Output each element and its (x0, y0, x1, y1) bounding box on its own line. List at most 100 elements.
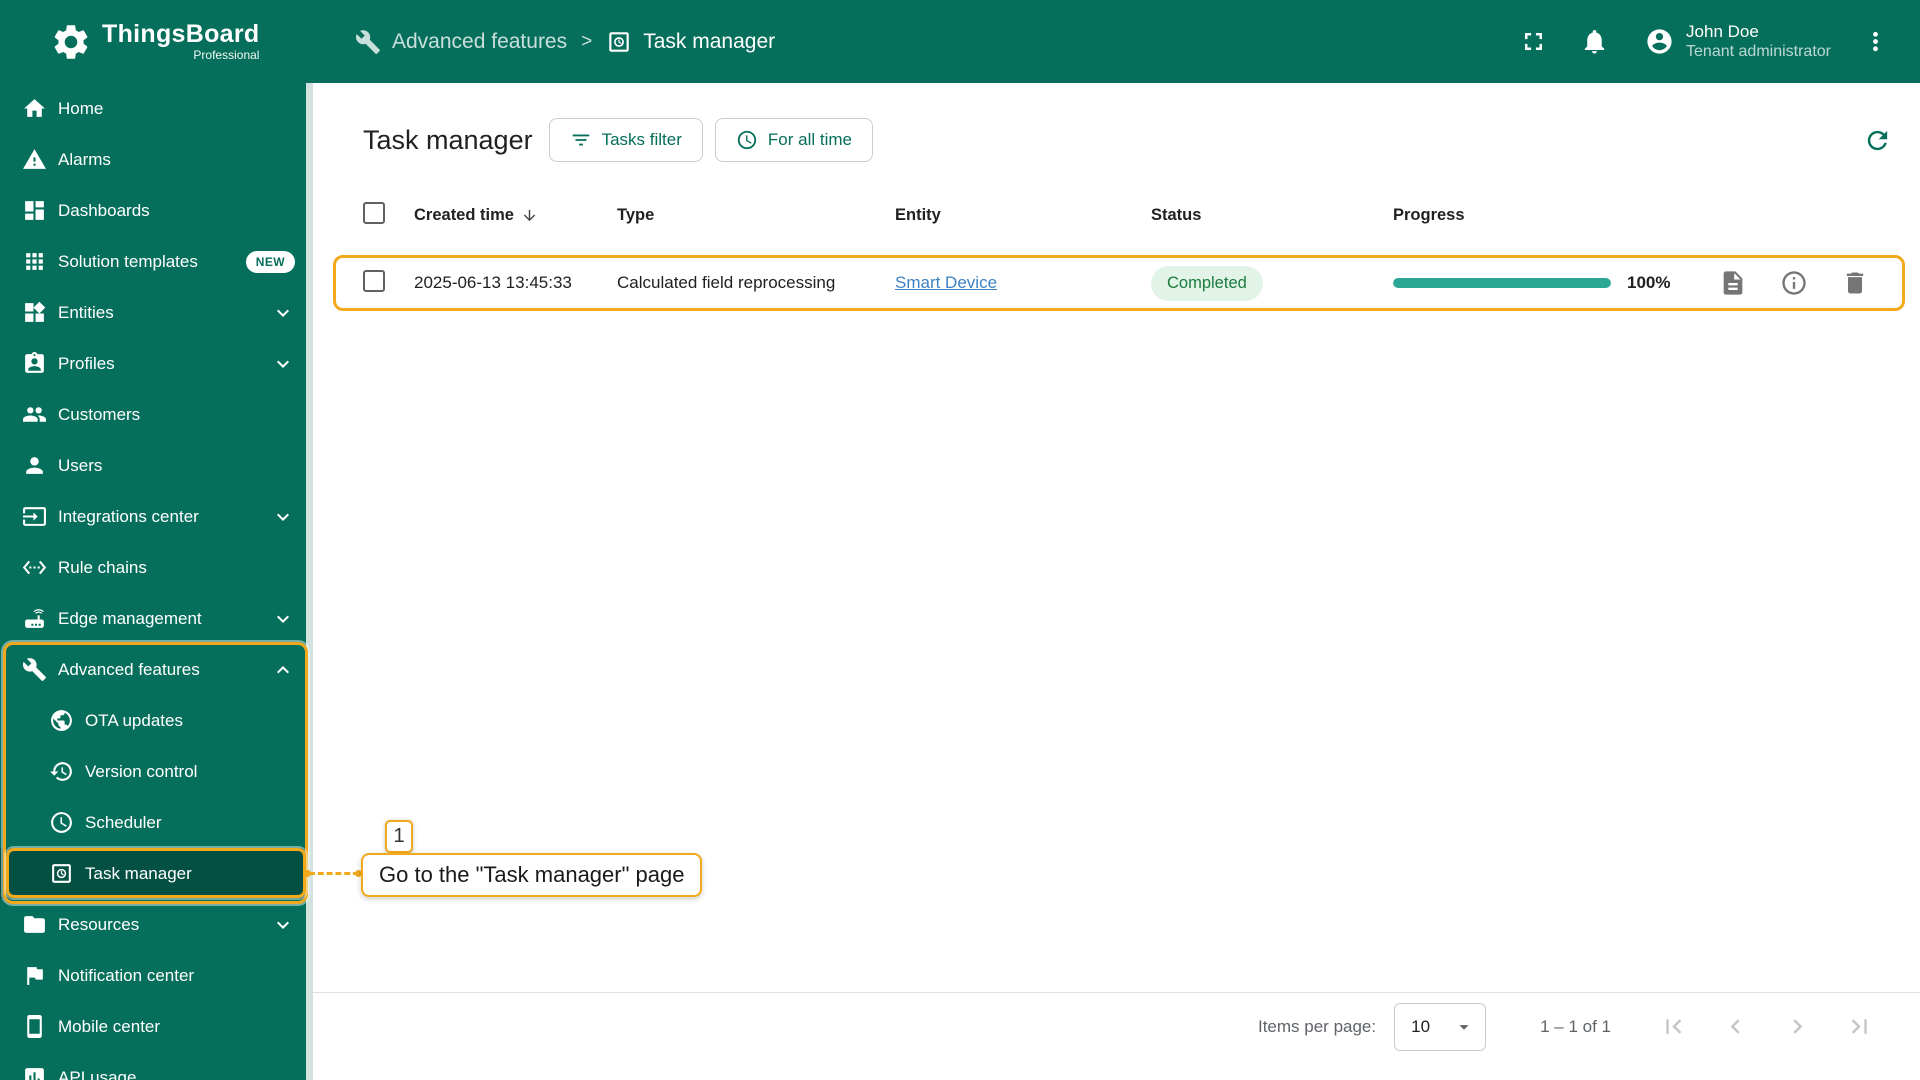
kebab-menu-icon (1873, 31, 1878, 52)
sidebar-item-label: Resources (58, 914, 140, 934)
edge-management-icon (25, 609, 44, 628)
sidebar-item-scheduler[interactable]: Scheduler (0, 797, 313, 848)
refresh-button[interactable] (1863, 126, 1892, 155)
chevron-down-icon (277, 615, 289, 623)
column-label: Progress (1393, 205, 1465, 224)
column-label: Type (617, 205, 655, 224)
sidebar-item-rule-chains[interactable]: Rule chains (0, 542, 313, 593)
tasks-filter-button[interactable]: Tasks filter (548, 118, 703, 162)
profiles-icon (25, 352, 44, 373)
sidebar-item-label: Integrations center (58, 506, 199, 526)
status-badge: Completed (1151, 265, 1263, 301)
breadcrumb-advanced-features[interactable]: Advanced features (355, 29, 567, 55)
cell-progress: 100% (1393, 273, 1719, 293)
top-header: ThingsBoard Professional Advanced featur… (0, 0, 1920, 83)
dashboards-icon (25, 201, 44, 220)
column-created-time[interactable]: Created time (414, 206, 617, 225)
user-avatar[interactable] (1645, 27, 1674, 56)
sidebar-item-label: API usage (58, 1067, 137, 1080)
breadcrumb: Advanced features > Task manager (355, 29, 775, 55)
thingsboard-logo[interactable]: ThingsBoard Professional (0, 19, 313, 63)
notification-center-icon (27, 967, 43, 985)
notifications-button[interactable] (1580, 27, 1609, 56)
sidebar-item-entities[interactable]: Entities (0, 287, 313, 338)
breadcrumb-label: Task manager (643, 29, 776, 53)
sidebar-item-ota-updates[interactable]: OTA updates (0, 695, 313, 746)
next-page-button[interactable] (1783, 1012, 1812, 1041)
sidebar: Home Alarms Dashboards Solution template… (0, 83, 313, 1080)
sidebar-item-edge-management[interactable]: Edge management (0, 593, 313, 644)
header-actions: John Doe Tenant administrator (1519, 21, 1920, 62)
table-row[interactable]: 2025-06-13 13:45:33 Calculated field rep… (333, 255, 1905, 311)
progress-label: 100% (1627, 273, 1671, 292)
tasks-filter-label: Tasks filter (601, 130, 682, 149)
progress-bar (1393, 278, 1611, 288)
breadcrumb-separator: > (581, 30, 593, 52)
column-progress[interactable]: Progress (1393, 206, 1719, 225)
sidebar-item-task-manager[interactable]: Task manager (0, 848, 313, 899)
sidebar-item-home[interactable]: Home (0, 83, 313, 134)
sidebar-item-solution-templates[interactable]: Solution templates NEW (0, 236, 313, 287)
user-role: Tenant administrator (1686, 43, 1831, 61)
resources-icon (24, 916, 45, 933)
first-page-button[interactable] (1659, 1012, 1688, 1041)
sort-desc-icon (523, 209, 536, 221)
app-name: ThingsBoard (102, 19, 260, 48)
task-info-button[interactable] (1780, 269, 1808, 297)
mobile-center-icon (27, 1015, 42, 1038)
sidebar-item-integrations-center[interactable]: Integrations center (0, 491, 313, 542)
sidebar-item-notification-center[interactable]: Notification center (0, 950, 313, 1001)
column-entity[interactable]: Entity (895, 206, 1151, 225)
chevron-down-icon (277, 921, 289, 929)
clock-icon (737, 130, 757, 150)
sidebar-item-customers[interactable]: Customers (0, 389, 313, 440)
chevron-left-icon (1730, 1019, 1740, 1034)
user-info[interactable]: John Doe Tenant administrator (1686, 21, 1831, 62)
info-icon (1782, 271, 1806, 295)
solution-templates-icon (26, 253, 43, 270)
last-page-button[interactable] (1845, 1012, 1874, 1041)
items-per-page-value: 10 (1411, 1016, 1431, 1036)
page-title: Task manager (363, 124, 533, 155)
advanced-features-icon (356, 29, 380, 54)
time-filter-label: For all time (767, 130, 852, 149)
sidebar-item-mobile-center[interactable]: Mobile center (0, 1001, 313, 1052)
sidebar-item-users[interactable]: Users (0, 440, 313, 491)
document-icon (1723, 271, 1743, 295)
user-name: John Doe (1686, 21, 1759, 41)
chevron-right-icon (1793, 1019, 1803, 1034)
select-all-checkbox[interactable] (363, 201, 385, 224)
sidebar-item-dashboards[interactable]: Dashboards (0, 185, 313, 236)
scheduler-icon (51, 812, 72, 833)
sidebar-scrollbar[interactable] (306, 83, 313, 1080)
sidebar-item-resources[interactable]: Resources (0, 899, 313, 950)
sidebar-item-label: Rule chains (58, 557, 147, 577)
first-page-icon (1666, 1019, 1682, 1034)
more-menu-button[interactable] (1861, 27, 1890, 56)
sidebar-item-advanced-features[interactable]: Advanced features (0, 644, 313, 695)
entity-link[interactable]: Smart Device (895, 273, 997, 292)
sidebar-item-version-control[interactable]: Version control (0, 746, 313, 797)
time-filter-button[interactable]: For all time (714, 118, 873, 162)
delete-task-button[interactable] (1841, 269, 1869, 297)
column-label: Created time (414, 205, 514, 224)
task-details-button[interactable] (1719, 269, 1747, 297)
users-icon (26, 457, 43, 474)
sidebar-item-label: Advanced features (58, 659, 200, 679)
sidebar-item-api-usage[interactable]: API usage (0, 1052, 313, 1080)
app-edition: Professional (193, 48, 260, 63)
column-type[interactable]: Type (617, 206, 895, 225)
sidebar-item-label: Solution templates (58, 251, 198, 271)
previous-page-button[interactable] (1721, 1012, 1750, 1041)
sidebar-item-alarms[interactable]: Alarms (0, 134, 313, 185)
breadcrumb-task-manager: Task manager (606, 29, 775, 55)
items-per-page-select[interactable]: 10 (1394, 1002, 1487, 1051)
table-header: Created time Type Entity Status Progress (333, 192, 1905, 238)
task-manager-icon (52, 864, 71, 883)
sidebar-item-profiles[interactable]: Profiles (0, 338, 313, 389)
column-status[interactable]: Status (1151, 206, 1393, 225)
cell-entity: Smart Device (895, 273, 1151, 293)
row-checkbox[interactable] (363, 269, 385, 292)
breadcrumb-label: Advanced features (392, 29, 568, 53)
fullscreen-button[interactable] (1519, 27, 1548, 56)
